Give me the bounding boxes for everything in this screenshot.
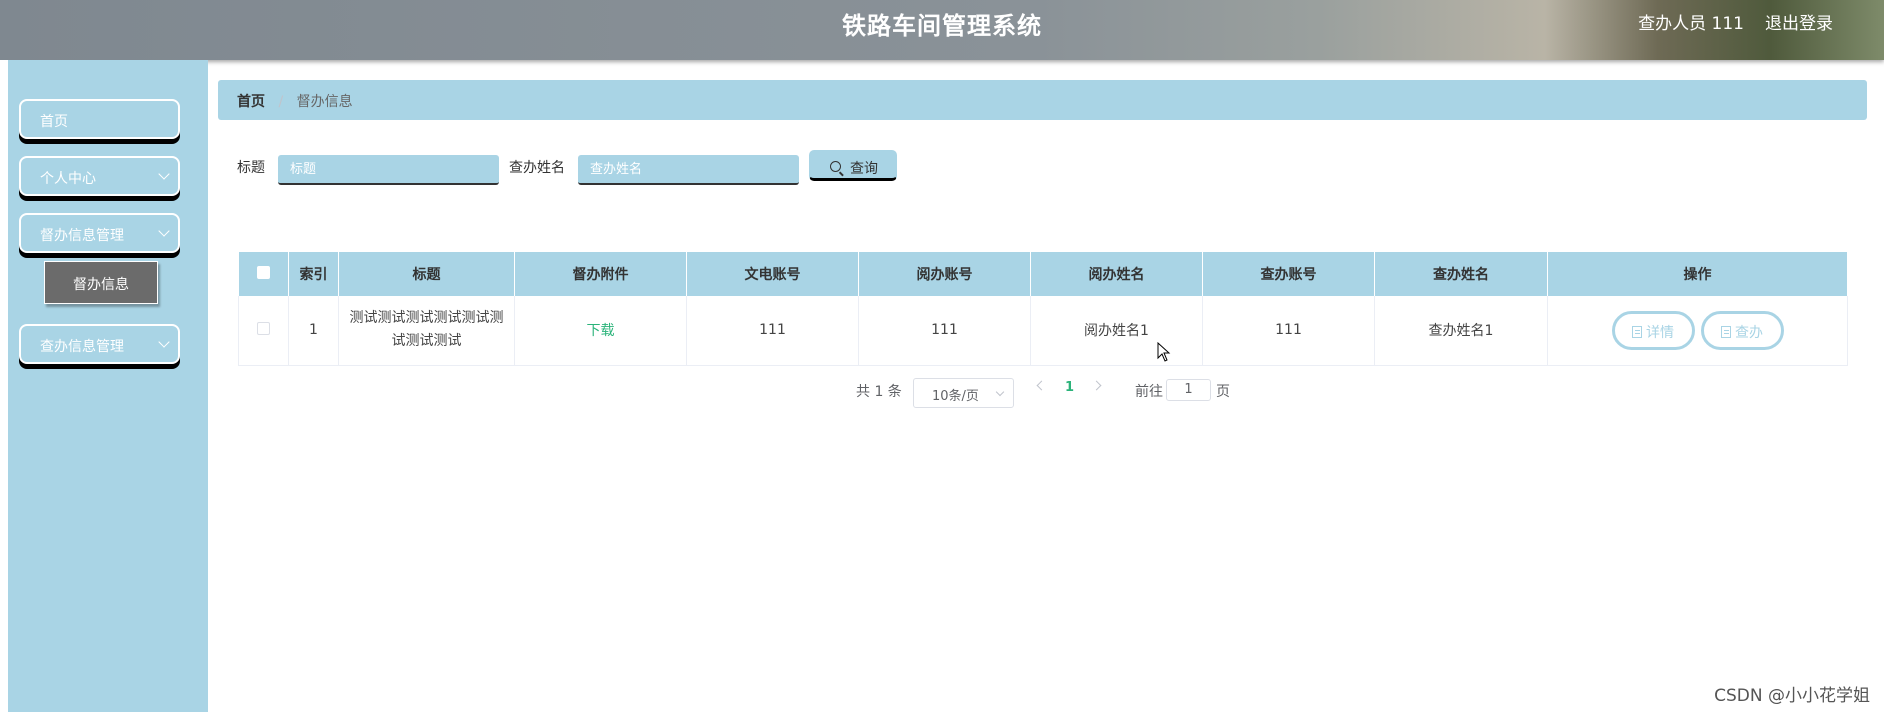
chevron-down-icon (158, 168, 170, 180)
sidebar-subitem-supervision-info[interactable]: 督办信息 (44, 261, 158, 304)
row-select-cell (238, 296, 289, 366)
current-user: 查办人员 111 (1638, 14, 1744, 34)
cell-check-account: 111 (1202, 296, 1375, 366)
chevron-down-icon (158, 336, 170, 348)
mouse-cursor-icon (1157, 342, 1171, 362)
sidebar-item-home[interactable]: 首页 (19, 99, 180, 139)
cell-title: 测试测试测试测试测试测试测试测试 (338, 296, 515, 366)
column-header: 查办姓名 (1374, 252, 1548, 296)
page-number-current[interactable]: 1 (1065, 380, 1074, 395)
column-header: 阅办账号 (858, 252, 1031, 296)
left-frame (0, 60, 8, 712)
name-search-input[interactable] (578, 155, 799, 185)
investigate-button-label: 查办 (1735, 324, 1763, 341)
goto-page-input[interactable]: 1 (1166, 379, 1211, 401)
cell-check-name: 查办姓名1 (1374, 296, 1548, 366)
pagination-total: 共 1 条 (856, 384, 902, 400)
watermark: CSDN @小小花学姐 (1714, 686, 1870, 706)
sidebar-item-label: 督办信息管理 (40, 228, 124, 244)
table-header-row: 索引 标题 督办附件 文电账号 阅办账号 阅办姓名 查办账号 查办姓名 操作 (238, 252, 1848, 296)
page-size-select[interactable]: 10条/页 (913, 378, 1014, 408)
supervision-table: 索引 标题 督办附件 文电账号 阅办账号 阅办姓名 查办账号 查办姓名 操作 1… (238, 252, 1848, 366)
sidebar-item-label: 查办信息管理 (40, 339, 124, 355)
title-search-input[interactable] (278, 155, 499, 185)
cell-read-account: 111 (858, 296, 1031, 366)
column-header: 操作 (1547, 252, 1848, 296)
column-header: 查办账号 (1202, 252, 1375, 296)
logout-link[interactable]: 退出登录 (1765, 9, 1833, 34)
investigate-button[interactable]: 查办 (1700, 310, 1784, 350)
sidebar-item-label: 首页 (40, 114, 68, 130)
document-icon (1721, 325, 1731, 338)
column-header: 督办附件 (514, 252, 687, 296)
row-checkbox[interactable] (257, 321, 270, 335)
page-suffix: 页 (1216, 384, 1230, 400)
cell-actions: 详情 查办 (1547, 296, 1848, 366)
sidebar-item-investigation-management[interactable]: 查办信息管理 (19, 324, 180, 364)
breadcrumb-separator: / (278, 94, 284, 110)
column-header: 索引 (288, 252, 339, 296)
cell-read-name: 阅办姓名1 (1030, 296, 1203, 366)
table-row: 1 测试测试测试测试测试测试测试测试 下载 111 111 阅办姓名1 111 … (238, 296, 1848, 366)
detail-button[interactable]: 详情 (1611, 310, 1695, 350)
query-button[interactable]: 查询 (809, 150, 897, 181)
select-all-checkbox[interactable] (256, 265, 270, 279)
column-header: 文电账号 (686, 252, 859, 296)
sidebar-item-label: 个人中心 (40, 171, 96, 187)
sidebar-item-personal-center[interactable]: 个人中心 (19, 156, 180, 196)
column-header: 标题 (338, 252, 515, 296)
download-link[interactable]: 下载 (587, 323, 615, 339)
cell-index: 1 (288, 296, 339, 366)
app-title: 铁路车间管理系统 (842, 12, 1042, 40)
next-page-icon[interactable] (1091, 380, 1102, 391)
goto-label: 前往 (1135, 384, 1163, 400)
document-icon (1632, 325, 1642, 338)
search-icon (830, 161, 841, 172)
cell-attachment: 下载 (514, 296, 687, 366)
breadcrumb-current: 督办信息 (296, 94, 353, 110)
page-size-value: 10条/页 (932, 389, 979, 404)
detail-button-label: 详情 (1646, 324, 1674, 341)
column-header: 阅办姓名 (1030, 252, 1203, 296)
select-all-header (238, 252, 289, 296)
top-header: 铁路车间管理系统 查办人员 111 退出登录 (0, 0, 1884, 60)
sidebar-item-supervision-management[interactable]: 督办信息管理 (19, 213, 180, 253)
breadcrumb-home[interactable]: 首页 (237, 94, 265, 110)
title-filter-label: 标题 (237, 160, 265, 176)
query-button-label: 查询 (850, 161, 878, 177)
breadcrumb: 首页 / 督办信息 (218, 80, 1867, 120)
cell-doc-account: 111 (686, 296, 859, 366)
name-filter-label: 查办姓名 (509, 160, 565, 176)
prev-page-icon[interactable] (1036, 380, 1047, 391)
chevron-down-icon (158, 225, 170, 237)
chevron-down-icon (995, 387, 1005, 397)
